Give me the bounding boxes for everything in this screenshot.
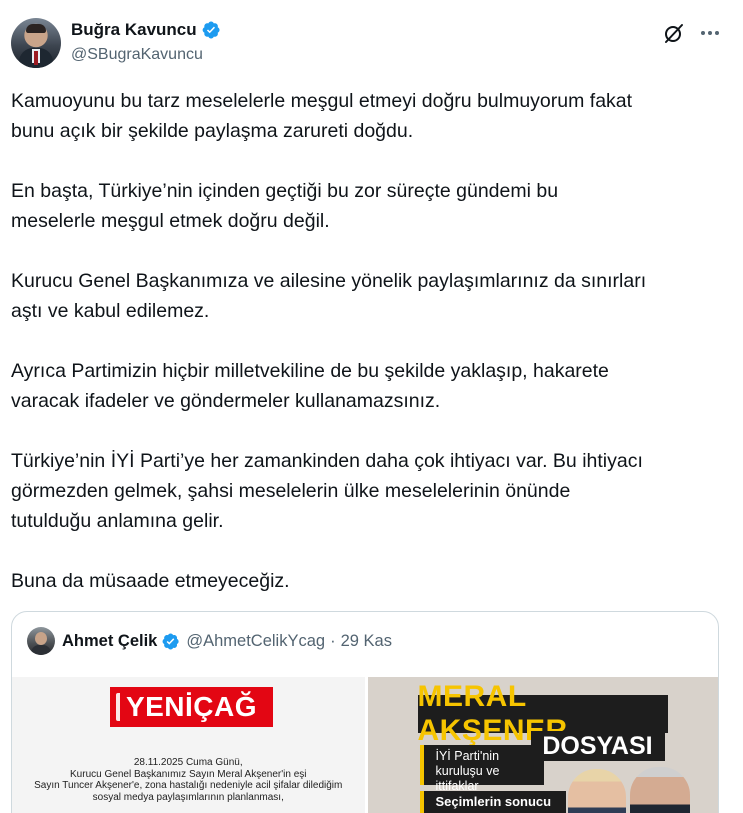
author-handle[interactable]: @SBugraKavuncu xyxy=(71,46,203,64)
verified-badge-icon xyxy=(202,21,220,39)
tweet-paragraph: Türkiye’nin İYİ Parti’ye her zamankinden… xyxy=(11,450,643,532)
media-image-statement[interactable]: YENİÇAĞ 28.11.2025 Cuma Günü, Kurucu Gen… xyxy=(12,677,365,813)
quoted-tweet-date[interactable]: 29 Kas xyxy=(341,632,392,651)
grok-icon[interactable] xyxy=(662,21,686,45)
author-display-name[interactable]: Buğra Kavuncu xyxy=(71,20,197,40)
photo-person xyxy=(629,767,690,813)
statement-line: sosyal medya paylaşımlarının planlanması… xyxy=(92,791,284,803)
statement-text: 28.11.2025 Cuma Günü, Kurucu Genel Başka… xyxy=(12,757,365,803)
quoted-tweet-media: YENİÇAĞ 28.11.2025 Cuma Günü, Kurucu Gen… xyxy=(12,677,718,813)
quoted-author-display-name[interactable]: Ahmet Çelik xyxy=(62,632,157,651)
quoted-tweet[interactable]: Ahmet Çelik @AhmetCelikYcag · 29 Kas YEN… xyxy=(11,611,719,813)
tweet-paragraph: Ayrıca Partimizin hiçbir milletvekiline … xyxy=(11,360,609,412)
statement-line: Sayın Tuncer Akşener'e, zona hastalığı n… xyxy=(34,780,343,791)
tweet-paragraph: Kamuoyunu bu tarz meselelerle meşgul etm… xyxy=(11,90,633,142)
yenicag-logo-text: YENİÇAĞ xyxy=(125,691,258,722)
tweet-header: Buğra Kavuncu @SBugraKavuncu xyxy=(11,18,731,70)
photo-person xyxy=(567,769,626,813)
author-avatar[interactable] xyxy=(11,18,61,68)
dossier-item: Seçimlerin sonucu xyxy=(419,791,566,813)
dossier-title: MERAL AKŞENER xyxy=(417,680,668,747)
statement-line: 28.11.2025 Cuma Günü, xyxy=(133,757,243,768)
yenicag-logo: YENİÇAĞ xyxy=(110,687,273,727)
separator-dot: · xyxy=(330,631,336,650)
tweet-paragraph: En başta, Türkiye’nin içinden geçtiği bu… xyxy=(11,180,559,232)
author-name-row: Buğra Kavuncu xyxy=(71,18,221,42)
tweet-paragraph: Buna da müsaade etmeyeceğiz. xyxy=(11,570,290,592)
media-image-dossier[interactable]: MERAL AKŞENER DOSYASI İYİ Parti'nin kuru… xyxy=(367,677,718,813)
more-icon[interactable] xyxy=(698,21,722,45)
verified-badge-icon xyxy=(162,632,179,650)
statement-line: Kurucu Genel Başkanımız Sayın Meral Akşe… xyxy=(70,768,307,780)
tweet: Buğra Kavuncu @SBugraKavuncu Kamuoyunu b… xyxy=(0,0,743,813)
dossier-subtitle: DOSYASI xyxy=(530,731,665,761)
quoted-author-avatar[interactable] xyxy=(27,627,55,655)
tweet-paragraph: Kurucu Genel Başkanımıza ve ailesine yön… xyxy=(11,270,647,322)
tweet-text: Kamuoyunu bu tarz meselelerle meşgul etm… xyxy=(11,86,726,626)
quoted-author-handle[interactable]: @AhmetCelikYcag xyxy=(186,632,325,651)
quoted-tweet-header: Ahmet Çelik @AhmetCelikYcag · 29 Kas xyxy=(27,626,392,656)
dossier-item: İYİ Parti'nin kuruluşu ve ittifaklar xyxy=(419,745,544,793)
